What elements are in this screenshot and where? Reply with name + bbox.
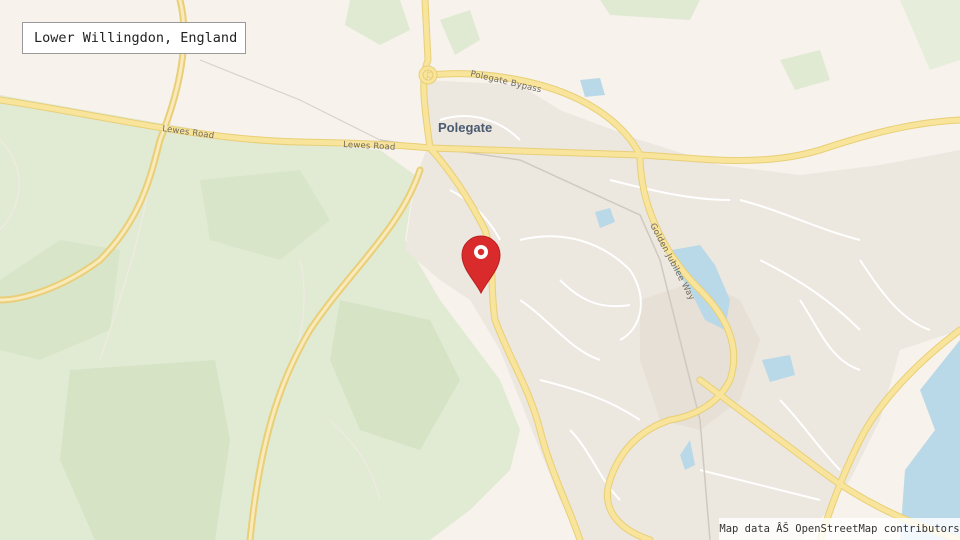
place-label-polegate: Polegate [438,120,492,135]
location-label: Lower Willingdon, England [22,22,246,54]
woodland-area [60,360,230,540]
map-attribution[interactable]: Map data ÂŠ OpenStreetMap contributors [719,518,960,540]
map-canvas[interactable]: Lewes Road Lewes Road Polegate Bypass Go… [0,0,960,540]
map-tiles[interactable]: Lewes Road Lewes Road Polegate Bypass Go… [0,0,960,540]
